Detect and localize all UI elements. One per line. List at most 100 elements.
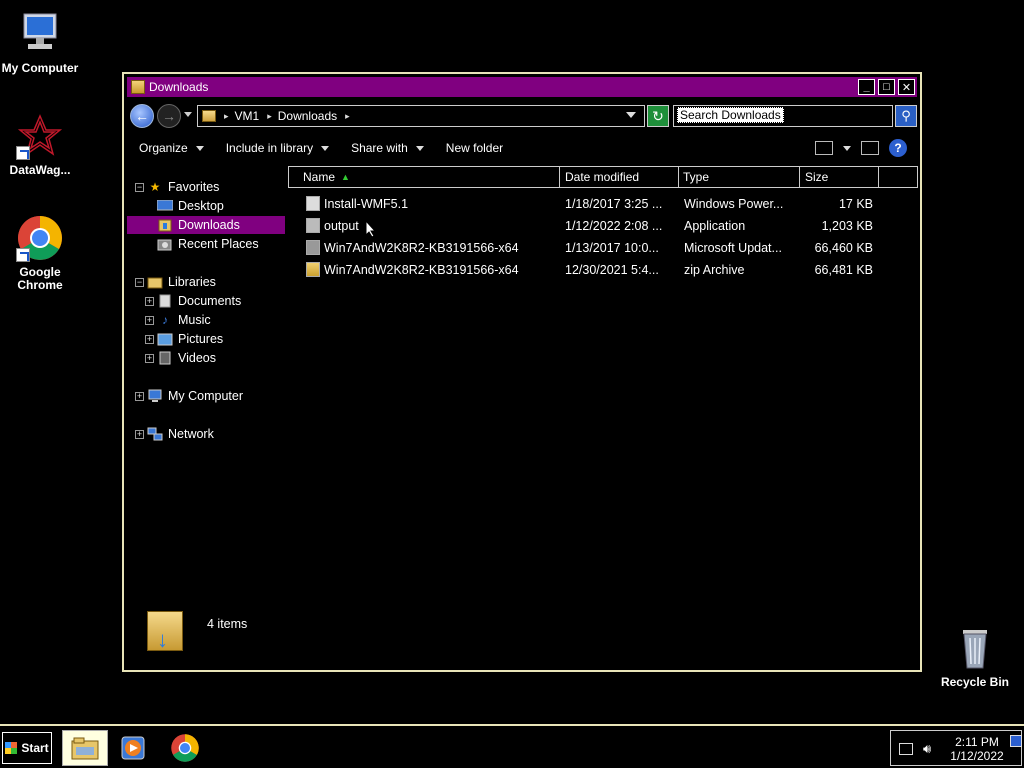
column-label: Size bbox=[805, 170, 829, 184]
organize-label: Organize bbox=[139, 141, 188, 155]
view-options-dropdown[interactable] bbox=[843, 145, 851, 151]
file-type: Application bbox=[684, 219, 746, 233]
nav-pictures[interactable]: + Pictures bbox=[145, 330, 223, 348]
libraries-icon bbox=[147, 275, 163, 289]
recent-pages-dropdown[interactable] bbox=[184, 112, 192, 117]
nav-my-computer[interactable]: + My Computer bbox=[135, 387, 243, 405]
refresh-button[interactable]: ↻ bbox=[647, 105, 669, 127]
nav-label: Desktop bbox=[178, 199, 224, 213]
desktop-icon-my-computer[interactable]: My Computer bbox=[0, 10, 80, 75]
nav-favorites[interactable]: − ★ Favorites bbox=[135, 178, 219, 196]
nav-label: Videos bbox=[178, 351, 216, 365]
taskbar-media-player-button[interactable] bbox=[110, 730, 156, 766]
pictures-icon bbox=[157, 332, 173, 346]
start-label: Start bbox=[21, 741, 49, 755]
share-with-label: Share with bbox=[351, 141, 408, 155]
column-header-date-modified[interactable]: Date modified bbox=[559, 166, 679, 188]
column-header-size[interactable]: Size bbox=[799, 166, 879, 188]
file-row[interactable]: Install-WMF5.1 1/18/2017 3:25 ... Window… bbox=[288, 194, 918, 214]
desktop-icon-label: Google Chrome bbox=[17, 265, 63, 292]
nav-music[interactable]: + ♪ Music bbox=[145, 311, 211, 329]
file-row[interactable]: Win7AndW2K8R2-KB3191566-x64 1/13/2017 10… bbox=[288, 238, 918, 258]
file-type: Microsoft Updat... bbox=[684, 241, 782, 255]
breadcrumb-vm1[interactable]: VM1 bbox=[235, 109, 260, 123]
volume-icon[interactable]: 🔊︎ bbox=[923, 741, 931, 757]
address-box[interactable]: ▸ VM1 ▸ Downloads ▸ bbox=[197, 105, 645, 127]
download-arrow-icon: ↓ bbox=[157, 627, 168, 652]
back-button[interactable]: ← bbox=[130, 104, 154, 128]
column-header-type[interactable]: Type bbox=[678, 166, 800, 188]
breadcrumb-downloads[interactable]: Downloads bbox=[278, 109, 337, 123]
media-player-icon bbox=[121, 736, 145, 760]
change-view-icon[interactable] bbox=[815, 141, 833, 155]
videos-icon bbox=[157, 351, 173, 365]
clock-time: 2:11 PM bbox=[955, 735, 999, 749]
update-package-icon bbox=[306, 240, 320, 255]
close-button[interactable]: ✕ bbox=[898, 79, 915, 95]
chevron-down-icon bbox=[195, 145, 204, 151]
preview-pane-icon[interactable] bbox=[861, 141, 879, 155]
taskbar-explorer-button[interactable] bbox=[62, 730, 108, 766]
expand-icon[interactable]: + bbox=[145, 296, 154, 306]
column-header-name[interactable]: Name ▲ bbox=[288, 166, 560, 188]
desktop-icon-datawag[interactable]: DataWag... bbox=[0, 112, 80, 177]
desktop-icon-recycle-bin[interactable]: Recycle Bin bbox=[935, 624, 1015, 689]
organize-button[interactable]: Organize bbox=[139, 141, 204, 155]
network-icon bbox=[147, 427, 163, 441]
expand-icon[interactable]: + bbox=[145, 353, 154, 363]
minimize-button[interactable]: _ bbox=[858, 79, 875, 95]
expand-icon[interactable]: + bbox=[145, 315, 154, 325]
column-label: Name bbox=[303, 170, 336, 184]
file-name: Win7AndW2K8R2-KB3191566-x64 bbox=[324, 263, 519, 277]
file-explorer-icon bbox=[71, 737, 99, 760]
clock[interactable]: 2:11 PM 1/12/2022 bbox=[947, 735, 1007, 763]
address-dropdown[interactable] bbox=[626, 112, 636, 118]
file-row[interactable]: output 1/12/2022 2:08 ... Application 1,… bbox=[288, 216, 918, 236]
nav-label: My Computer bbox=[168, 389, 244, 403]
start-button[interactable]: Start bbox=[2, 732, 52, 764]
search-button[interactable]: ⚲ bbox=[895, 105, 917, 127]
nav-label: Pictures bbox=[178, 332, 224, 346]
collapse-icon[interactable]: − bbox=[135, 182, 144, 192]
desktop-icon-chrome[interactable]: Google Chrome bbox=[0, 214, 80, 292]
desktop-icon bbox=[157, 199, 173, 213]
network-status-icon[interactable] bbox=[899, 743, 913, 755]
expand-icon[interactable]: + bbox=[145, 334, 154, 344]
downloads-folder-icon bbox=[157, 218, 173, 232]
include-in-library-button[interactable]: Include in library bbox=[226, 141, 330, 155]
nav-documents[interactable]: + Documents bbox=[145, 292, 241, 310]
file-row[interactable]: Win7AndW2K8R2-KB3191566-x64 12/30/2021 5… bbox=[288, 260, 918, 280]
share-with-button[interactable]: Share with bbox=[351, 141, 424, 155]
arrow-left-icon: ← bbox=[135, 108, 149, 124]
breadcrumb-separator-icon[interactable]: ▸ bbox=[267, 111, 272, 122]
expand-icon[interactable]: + bbox=[135, 429, 144, 439]
maximize-button[interactable]: □ bbox=[878, 79, 895, 95]
nav-label: Libraries bbox=[168, 275, 216, 289]
recycle-bin-icon bbox=[951, 624, 999, 672]
nav-network[interactable]: + Network bbox=[135, 425, 214, 443]
file-date: 1/13/2017 10:0... bbox=[565, 241, 659, 255]
nav-downloads[interactable]: Downloads bbox=[127, 216, 285, 234]
nav-libraries[interactable]: − Libraries bbox=[135, 273, 216, 291]
file-size: 66,460 KB bbox=[814, 241, 873, 255]
breadcrumb-separator-icon[interactable]: ▸ bbox=[224, 111, 229, 122]
show-desktop-icon[interactable] bbox=[1010, 735, 1022, 747]
new-folder-button[interactable]: New folder bbox=[446, 141, 503, 155]
nav-videos[interactable]: + Videos bbox=[145, 349, 216, 367]
breadcrumb-separator-icon[interactable]: ▸ bbox=[345, 111, 350, 122]
chevron-down-icon bbox=[415, 145, 424, 151]
collapse-icon[interactable]: − bbox=[135, 277, 144, 287]
nav-recent-places[interactable]: Recent Places bbox=[157, 235, 259, 253]
search-input[interactable]: Search Downloads bbox=[673, 105, 893, 127]
explorer-window: Downloads _ □ ✕ ← → ▸ VM1 ▸ Downloads ▸ … bbox=[122, 72, 922, 672]
title-bar[interactable]: Downloads _ □ ✕ bbox=[127, 77, 917, 97]
expand-icon[interactable]: + bbox=[135, 391, 144, 401]
file-type: Windows Power... bbox=[684, 197, 784, 211]
zip-archive-icon bbox=[306, 262, 320, 277]
taskbar-chrome-button[interactable] bbox=[162, 730, 208, 766]
desktop-icon-label: DataWag... bbox=[9, 163, 71, 177]
window-title: Downloads bbox=[149, 80, 209, 94]
nav-desktop[interactable]: Desktop bbox=[157, 197, 277, 215]
help-icon[interactable]: ? bbox=[889, 139, 907, 157]
forward-button[interactable]: → bbox=[157, 104, 181, 128]
